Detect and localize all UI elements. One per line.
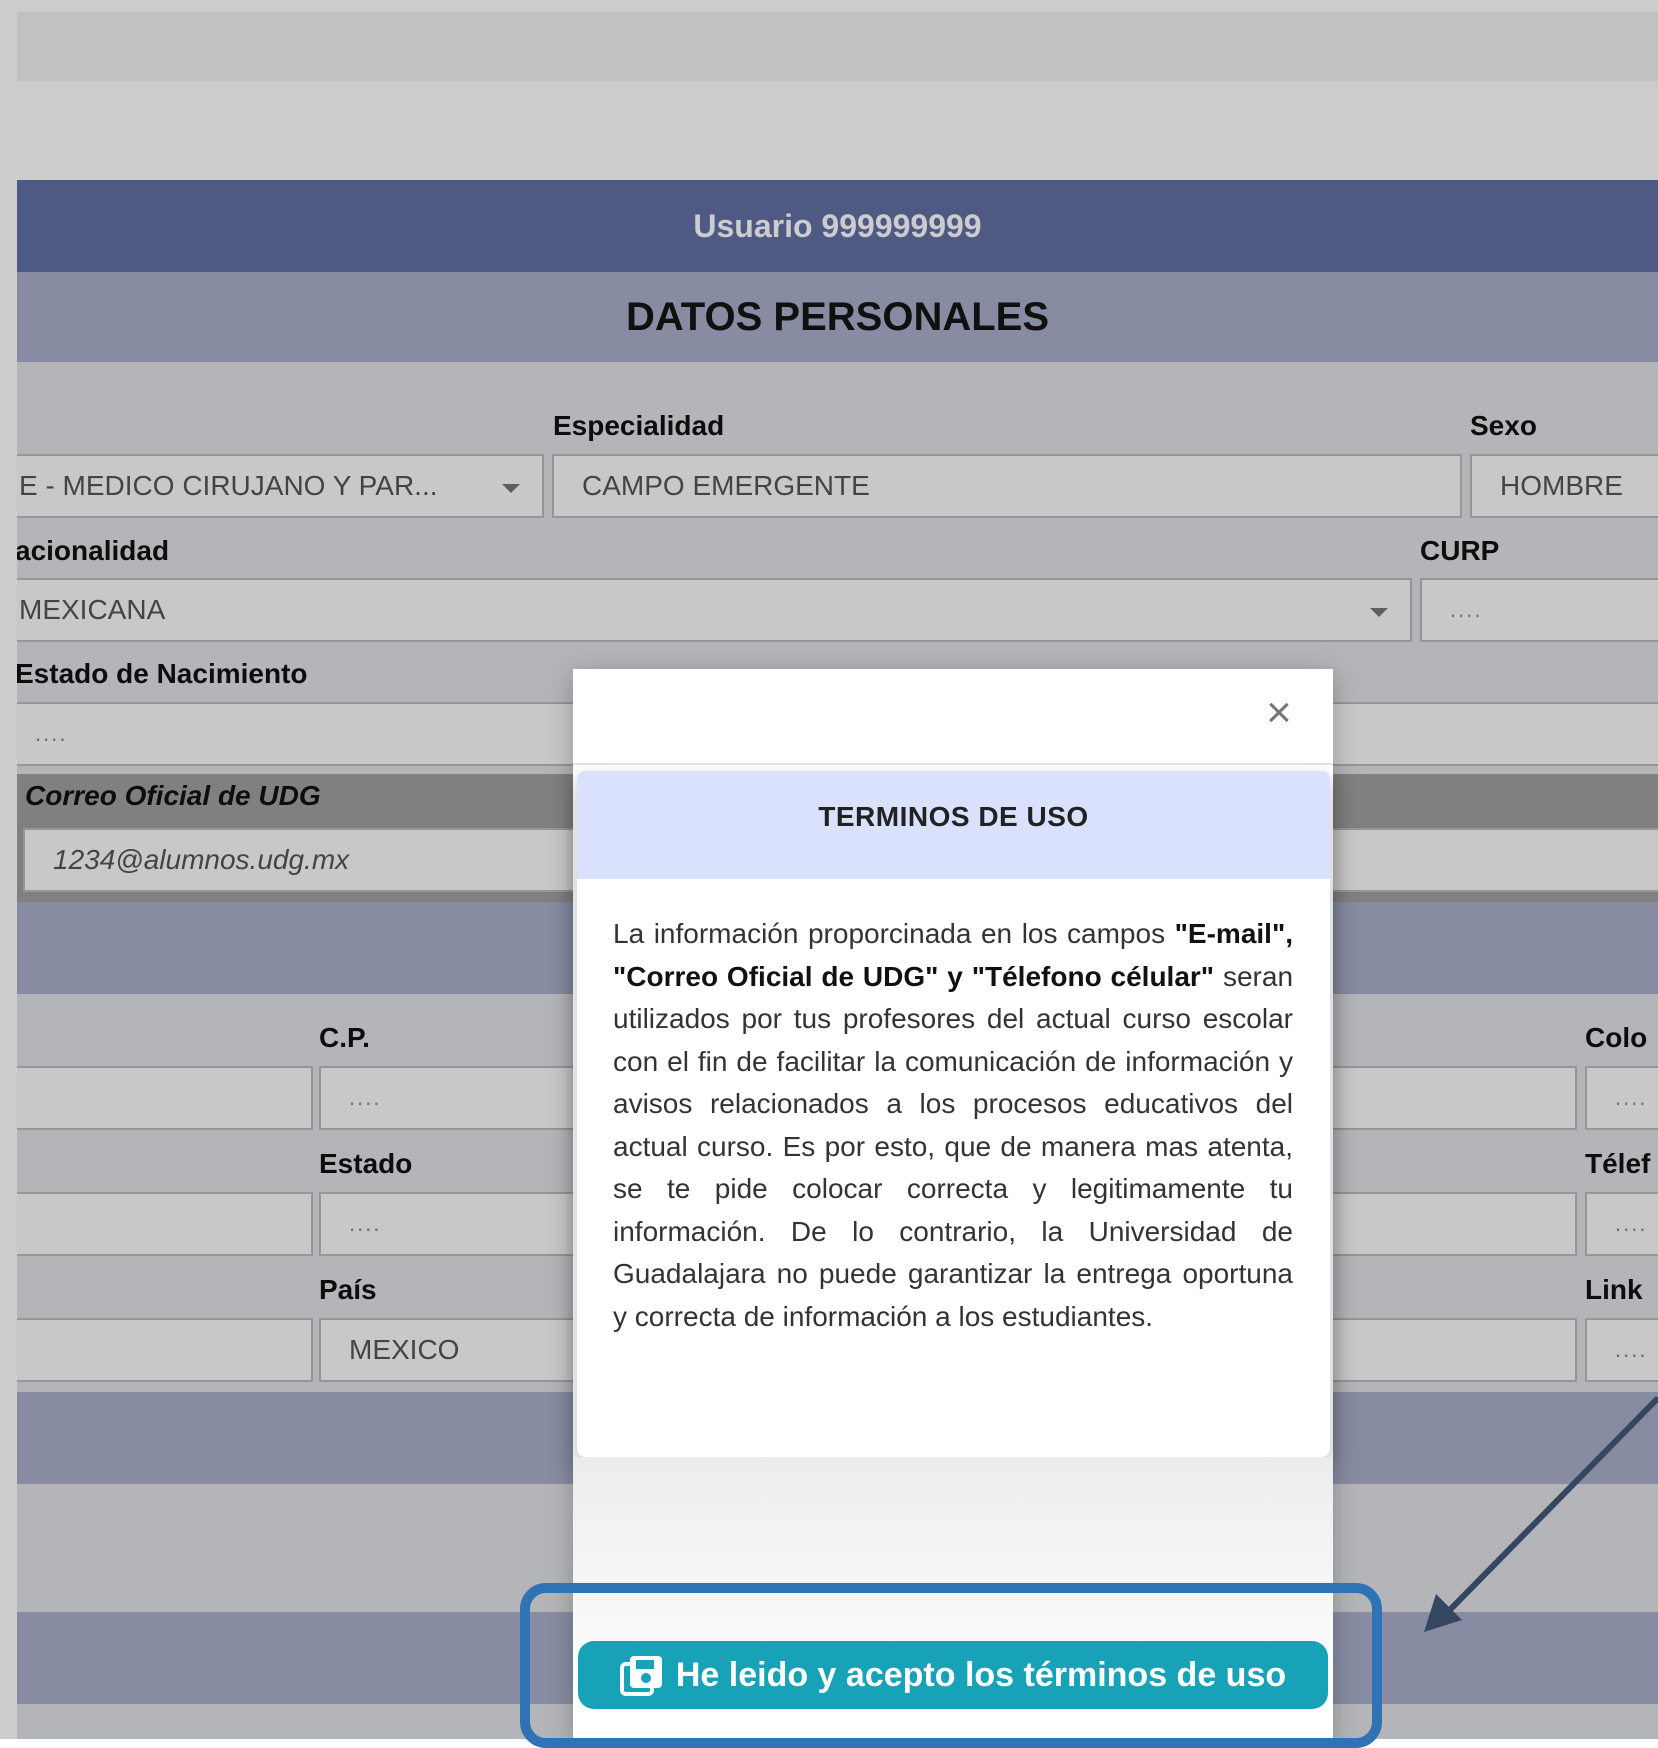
pointer-arrow bbox=[1424, 1395, 1658, 1632]
arrow-shaft bbox=[1437, 1395, 1658, 1623]
